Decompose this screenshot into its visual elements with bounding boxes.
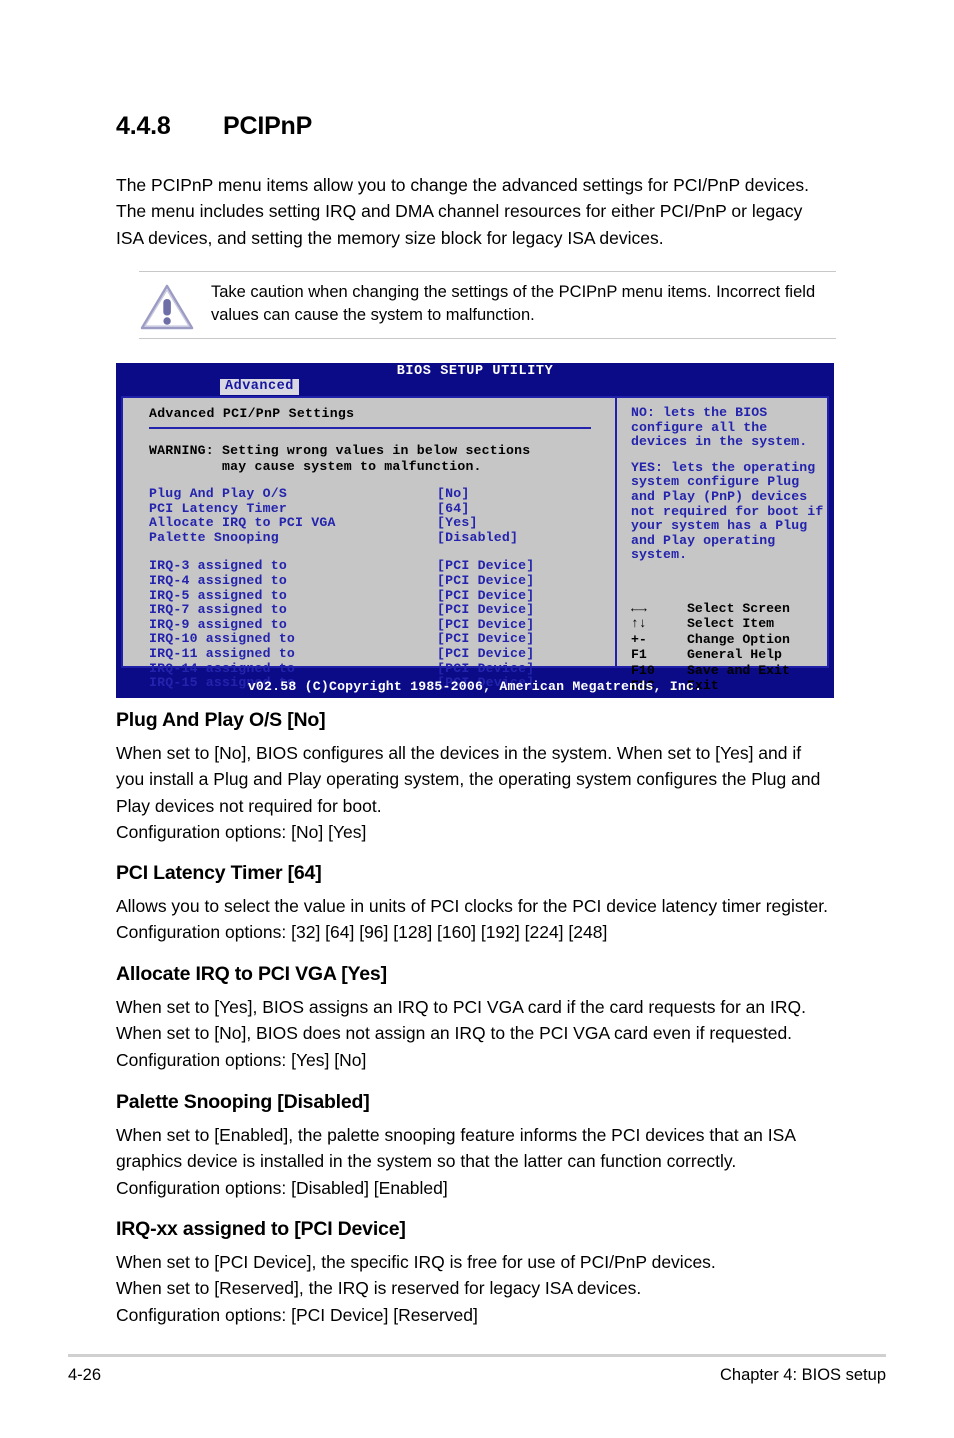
bios-warning-text: WARNING: Setting wrong values in below s… (149, 443, 531, 474)
irq-label: IRQ-10 assigned to (149, 631, 296, 647)
help-paragraph-no: NO: lets the BIOS configure all the devi… (631, 405, 808, 450)
caution-note: Take caution when changing the settings … (139, 271, 836, 339)
irq-label: IRQ-7 assigned to (149, 602, 287, 618)
document-page: 4.4.8 PCIPnP The PCIPnP menu items allow … (0, 0, 954, 1438)
bios-irq-row[interactable]: IRQ-11 assigned to [PCI Device] (149, 645, 615, 662)
option-label: Allocate IRQ to PCI VGA (149, 515, 336, 531)
page-number: 4-26 (68, 1366, 102, 1384)
key-action: Change Option (687, 631, 790, 647)
bios-irq-row[interactable]: IRQ-5 assigned to [PCI Device] (149, 587, 615, 604)
bios-irq-row[interactable]: IRQ-14 assigned to [PCI Device] (149, 660, 615, 677)
section-heading: Plug And Play O/S [No] (116, 709, 326, 731)
irq-value: [PCI Device] (437, 558, 535, 574)
bios-irq-row[interactable]: IRQ-3 assigned to [PCI Device] (149, 559, 615, 574)
tab-advanced[interactable]: Advanced (220, 379, 299, 395)
help-paragraph-yes: YES: lets the operating system configure… (631, 459, 824, 563)
arrows-up-down-icon: ↑↓ (631, 616, 647, 632)
key-f1: F1 (631, 647, 647, 663)
section-title: PCIPnP (223, 112, 313, 140)
section-body: When set to [PCI Device], the specific I… (116, 1252, 716, 1325)
option-value: [Yes] (437, 515, 478, 531)
irq-label: IRQ-9 assigned to (149, 616, 287, 632)
irq-label: IRQ-3 assigned to (149, 558, 287, 574)
key-legend-row: +- Change Option (631, 632, 790, 647)
key-action: Select Item (687, 616, 775, 632)
key-f10: F10 (631, 662, 655, 678)
bios-title: BIOS SETUP UTILITY (396, 364, 554, 379)
bios-irq-row[interactable]: IRQ-4 assigned to [PCI Device] (149, 572, 615, 589)
option-value: [Disabled] (437, 529, 519, 545)
page-title: 4.4.8 PCIPnP (116, 112, 836, 141)
intro-paragraph: The PCIPnP menu items allow you to chang… (116, 175, 809, 248)
footer-divider (68, 1354, 886, 1357)
bios-irq-row[interactable]: IRQ-10 assigned to [PCI Device] (149, 632, 615, 647)
irq-value: [PCI Device] (437, 616, 535, 632)
bios-irq-row[interactable]: IRQ-9 assigned to [PCI Device] (149, 616, 615, 633)
bios-option-list: Plug And Play O/S [No] PCI Latency Timer… (149, 486, 615, 546)
chapter-label: Chapter 4: BIOS setup (719, 1366, 886, 1384)
section-number: 4.4.8 (116, 112, 171, 140)
section-body: When set to [No], BIOS configures all th… (116, 743, 821, 842)
section-irq-xx-assigned-to: IRQ-xx assigned to [PCI Device] When set… (116, 1218, 832, 1328)
arrows-left-right-icon: ←→ (631, 601, 647, 616)
section-heading: IRQ-xx assigned to [PCI Device] (116, 1218, 406, 1240)
irq-label: IRQ-5 assigned to (149, 587, 287, 603)
key-action: Select Screen (687, 601, 790, 616)
irq-value: [PCI Device] (437, 631, 535, 647)
warning-triangle-icon (139, 280, 211, 337)
section-palette-snooping: Palette Snooping [Disabled] When set to … (116, 1091, 832, 1201)
option-label: Plug And Play O/S (149, 486, 287, 501)
irq-value: [PCI Device] (437, 602, 535, 618)
bios-settings-pane: Advanced PCI/PnP Settings WARNING: Setti… (123, 398, 617, 690)
key-legend-row: F10 Save and Exit (631, 663, 790, 678)
section-body: Allows you to select the value in units … (116, 896, 828, 943)
bios-body: Advanced PCI/PnP Settings WARNING: Setti… (121, 396, 829, 693)
bios-help-pane: NO: lets the BIOS configure all the devi… (617, 398, 827, 693)
irq-value: [PCI Device] (437, 660, 535, 676)
section-heading: PCI Latency Timer [64] (116, 862, 322, 884)
bios-option-row[interactable]: PCI Latency Timer [64] (149, 500, 615, 517)
plus-minus-icon: +- (631, 631, 647, 647)
key-legend-row: ↑↓ Select Item (631, 616, 790, 631)
section-heading: Palette Snooping [Disabled] (116, 1091, 370, 1113)
irq-value: [PCI Device] (437, 587, 535, 603)
irq-label: IRQ-14 assigned to (149, 660, 296, 676)
irq-value: [PCI Device] (437, 572, 535, 588)
bios-option-row[interactable]: Plug And Play O/S [No] (149, 486, 615, 502)
option-label: Palette Snooping (149, 529, 279, 545)
bios-irq-row[interactable]: IRQ-7 assigned to [PCI Device] (149, 603, 615, 618)
section-body: When set to [Enabled], the palette snoop… (116, 1125, 796, 1198)
option-label: PCI Latency Timer (149, 500, 287, 516)
section-plug-and-play-os: Plug And Play O/S [No] When set to [No],… (116, 709, 832, 845)
section-heading: Allocate IRQ to PCI VGA [Yes] (116, 963, 387, 985)
option-value: [No] (437, 486, 470, 501)
bios-irq-list: IRQ-3 assigned to [PCI Device] IRQ-4 ass… (149, 559, 615, 690)
divider (149, 427, 591, 429)
bios-option-row[interactable]: Palette Snooping [Disabled] (149, 529, 615, 546)
option-value: [64] (437, 500, 470, 516)
section-allocate-irq-to-pci-vga: Allocate IRQ to PCI VGA [Yes] When set t… (116, 963, 832, 1073)
caution-text: Take caution when changing the settings … (211, 283, 816, 324)
key-action: General Help (687, 647, 782, 663)
irq-label: IRQ-11 assigned to (149, 645, 296, 661)
key-legend-row: F1 General Help (631, 647, 790, 662)
section-body: When set to [Yes], BIOS assigns an IRQ t… (116, 997, 806, 1070)
bios-setup-screenshot: BIOS SETUP UTILITY Advanced Advanced PCI… (116, 363, 834, 698)
key-action: Save and Exit (687, 662, 790, 678)
section-pci-latency-timer: PCI Latency Timer [64] Allows you to sel… (116, 862, 832, 946)
irq-value: [PCI Device] (437, 645, 535, 661)
key-legend-row: ←→ Select Screen (631, 601, 790, 616)
bios-copyright: v02.58 (C)Copyright 1985-2006, American … (247, 679, 703, 694)
bios-option-row[interactable]: Allocate IRQ to PCI VGA [Yes] (149, 516, 615, 531)
bios-panel-heading: Advanced PCI/PnP Settings (149, 406, 355, 421)
irq-label: IRQ-4 assigned to (149, 572, 287, 588)
